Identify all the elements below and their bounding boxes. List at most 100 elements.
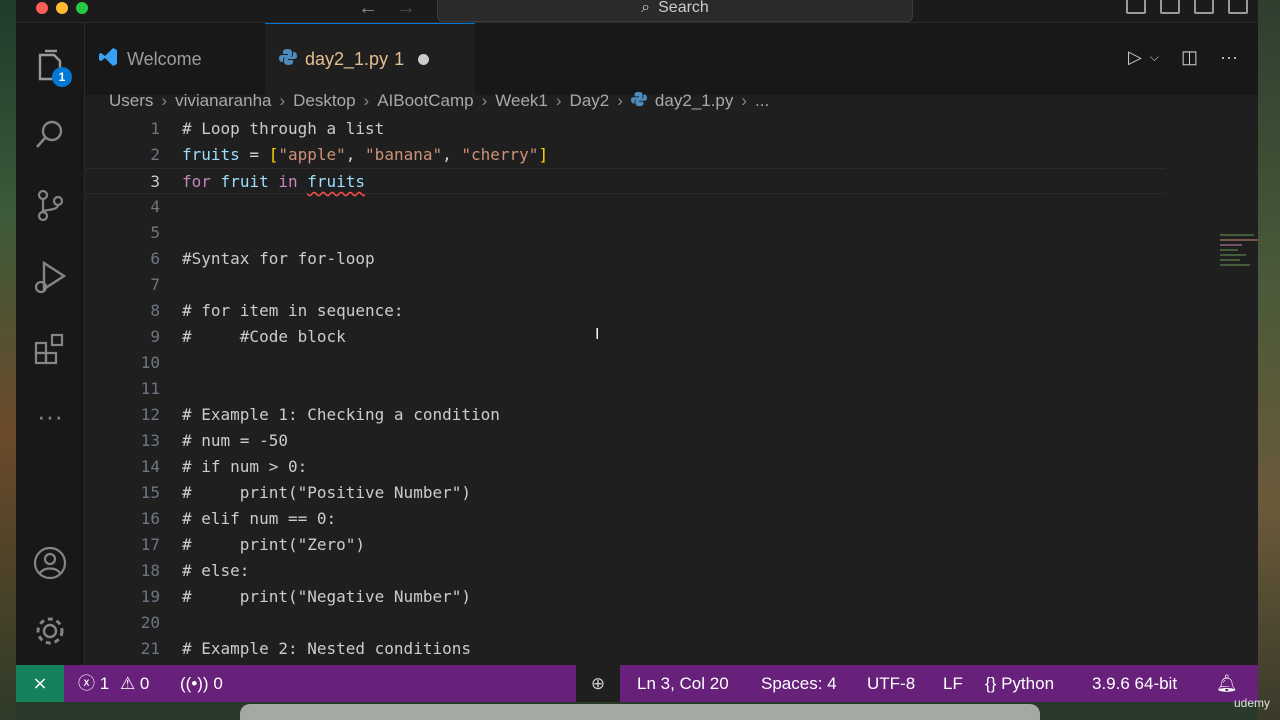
text-cursor-icon: I (595, 326, 600, 343)
breadcrumb-item[interactable]: Users (109, 91, 153, 111)
encoding[interactable]: UTF-8 (867, 665, 915, 702)
python-interpreter[interactable]: 3.9.6 64-bit (1092, 665, 1177, 702)
manage-gear-icon[interactable] (32, 613, 68, 649)
line-number: 7 (150, 275, 160, 294)
code-text: # else: (182, 561, 250, 580)
search-icon[interactable] (32, 117, 68, 153)
code-line: 12 # Example 1: Checking a condition (85, 402, 1165, 428)
desktop-background-left (0, 0, 16, 720)
chevron-right-icon: › (617, 91, 623, 110)
code-text: for fruit in fruits (182, 172, 366, 191)
code-text: #Syntax for for-loop (182, 249, 375, 268)
command-center-search[interactable]: ⌕ Search (437, 0, 913, 22)
breadcrumb-item[interactable]: Week1 (495, 91, 548, 111)
line-number: 6 (150, 249, 160, 268)
code-line: 9 # #Code block (85, 324, 1165, 350)
chevron-right-icon: › (279, 91, 286, 110)
breadcrumb-item[interactable]: vivianaranha (175, 91, 271, 111)
run-dropdown-chevron-icon[interactable]: ⌵ (1150, 50, 1159, 65)
toggle-panel-icon[interactable] (1160, 0, 1180, 14)
more-views-icon[interactable]: ··· (32, 403, 68, 439)
toggle-primary-sidebar-icon[interactable] (1126, 0, 1146, 14)
vscode-logo-icon (99, 47, 119, 72)
line-number: 11 (140, 379, 160, 398)
code-text: # if num > 0: (182, 457, 308, 476)
breadcrumb-more[interactable]: ... (755, 91, 769, 111)
breadcrumb-item[interactable]: Desktop (293, 91, 355, 111)
line-number: 21 (140, 639, 160, 658)
language-label: Python (1001, 674, 1055, 693)
end-of-line[interactable]: LF (943, 665, 963, 702)
title-bar: ← → ⌕ Search (16, 0, 1258, 23)
breadcrumb-file[interactable]: day2_1.py (655, 91, 733, 111)
code-text: # print("Zero") (182, 535, 366, 554)
search-icon: ⌕ (641, 0, 651, 16)
minimize-window-button[interactable] (56, 2, 68, 14)
line-number: 12 (140, 405, 160, 424)
tab-day2-1-py[interactable]: day2_1.py 1 (265, 23, 475, 95)
chevron-right-icon: › (741, 91, 748, 110)
minimap[interactable] (1220, 234, 1258, 284)
line-number: 18 (140, 561, 160, 580)
ports-indicator[interactable]: ((•)) 0 (180, 665, 223, 702)
code-editor[interactable]: 1 # Loop through a list 2 fruits = ["apple… (85, 116, 1258, 665)
breadcrumb-item[interactable]: Day2 (570, 91, 610, 111)
code-line: 7 (85, 272, 1165, 298)
language-mode[interactable]: {} Python (985, 665, 1054, 702)
tab-welcome-label: Welcome (127, 48, 202, 69)
editor-actions: ▷ ⌵ ◫ ··· (1128, 47, 1238, 68)
extensions-icon[interactable] (32, 331, 68, 367)
line-number: 3 (150, 172, 160, 191)
code-text: # Loop through a list (182, 119, 385, 138)
zoom-icon[interactable]: ⊕ (576, 665, 620, 702)
accounts-icon[interactable] (32, 545, 68, 581)
code-text: # Example 2: Nested conditions (182, 639, 471, 658)
source-control-icon[interactable] (32, 187, 68, 223)
line-number: 1 (150, 119, 160, 138)
line-number: 2 (150, 145, 160, 164)
activity-bar: 1 ··· (16, 23, 85, 665)
search-label: Search (658, 0, 709, 16)
code-line: 20 (85, 610, 1165, 636)
unsaved-dot-icon[interactable] (418, 54, 430, 65)
code-line: 18 # else: (85, 558, 1165, 584)
run-and-debug-icon[interactable] (32, 259, 68, 295)
cursor-position[interactable]: Ln 3, Col 20 (637, 665, 729, 702)
line-number: 19 (140, 587, 160, 606)
code-line-current: 3 for fruit in fruits (85, 168, 1165, 194)
back-arrow-icon[interactable]: ← (358, 0, 378, 20)
forward-arrow-icon[interactable]: → (396, 0, 416, 20)
code-line: 17 # print("Zero") (85, 532, 1165, 558)
code-line: 16 # elif num == 0: (85, 506, 1165, 532)
vscode-window: ← → ⌕ Search 1 ··· Welcome day2_1.py 1 ▷… (16, 0, 1258, 702)
split-editor-icon[interactable]: ◫ (1181, 47, 1198, 68)
breadcrumb-item[interactable]: AIBootCamp (377, 91, 473, 111)
code-line: 4 (85, 194, 1165, 220)
line-number: 17 (140, 535, 160, 554)
more-actions-icon[interactable]: ··· (1220, 47, 1238, 68)
python-file-icon (630, 91, 647, 112)
toggle-secondary-sidebar-icon[interactable] (1194, 0, 1214, 14)
code-line: 13 # num = -50 (85, 428, 1165, 454)
code-line: 6 #Syntax for for-loop (85, 246, 1165, 272)
line-number: 15 (140, 483, 160, 502)
zoom-window-button[interactable] (76, 2, 88, 14)
chevron-right-icon: › (555, 91, 562, 110)
python-file-icon (279, 48, 297, 71)
ports-count: 0 (213, 674, 223, 693)
line-number: 20 (140, 613, 160, 632)
run-python-file-icon[interactable]: ▷ (1128, 47, 1142, 68)
problems-indicator[interactable]: ⓧ 1 ⚠ 0 (78, 665, 149, 702)
code-line: 2 fruits = ["apple", "banana", "cherry"] (85, 142, 1165, 168)
line-number: 16 (140, 509, 160, 528)
tab-welcome[interactable]: Welcome (85, 23, 265, 95)
status-bar: ⨯ ⓧ 1 ⚠ 0 ((•)) 0 ⊕ Ln 3, Col 20 Spaces:… (16, 665, 1258, 702)
indentation[interactable]: Spaces: 4 (761, 665, 837, 702)
customize-layout-icon[interactable] (1228, 0, 1248, 14)
chevron-right-icon: › (161, 91, 168, 110)
remote-indicator-icon[interactable]: ⨯ (16, 665, 64, 702)
editor-tab-bar: Welcome day2_1.py 1 ▷ ⌵ ◫ ··· (85, 23, 1258, 95)
close-window-button[interactable] (36, 2, 48, 14)
code-text: # num = -50 (182, 431, 288, 450)
chevron-right-icon: › (363, 91, 370, 110)
